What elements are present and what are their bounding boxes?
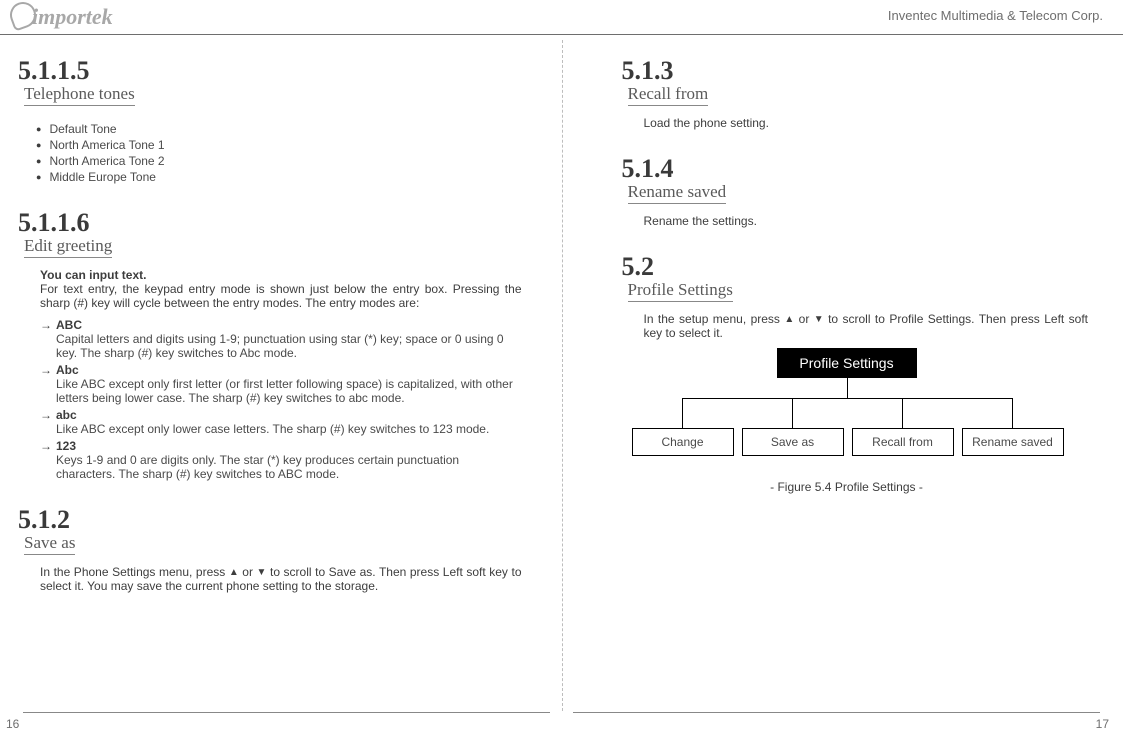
section-5-1-3: 5.1.3 Recall from Load the phone setting… [622,58,1099,130]
section-5-1-2: 5.1.2 Save as In the Phone Settings menu… [18,507,532,593]
profile-settings-diagram: Profile Settings Change Save as Recall f… [632,348,1062,478]
page-header: importek Inventec Multimedia & Telecom C… [0,0,1123,35]
arrow-icon: → [40,318,56,360]
diagram-leaf: Change [632,428,734,456]
list-item: Middle Europe Tone [36,170,532,184]
diagram-line [682,398,683,428]
page-right: 5.1.3 Recall from Load the phone setting… [562,40,1123,701]
section-5-1-4: 5.1.4 Rename saved Rename the settings. [622,156,1099,228]
section-number: 5.1.4 [622,156,1099,182]
section-title: Save as [24,533,75,555]
arrow-icon: → [40,408,56,436]
diagram-line [792,398,793,428]
save-as-paragraph: In the Phone Settings menu, press ▲ or ▼… [40,565,522,593]
section-title: Rename saved [628,182,727,204]
page-number-right: 17 [1096,717,1109,731]
list-item: North America Tone 2 [36,154,532,168]
page-number-left: 16 [6,717,19,731]
diagram-line [1012,398,1013,428]
section-body: You can input text. For text entry, the … [40,268,522,481]
section-number: 5.2 [622,254,1099,280]
section-number: 5.1.1.6 [18,210,532,236]
section-5-1-1-5: 5.1.1.5 Telephone tones Default Tone Nor… [18,58,532,184]
section-5-2: 5.2 Profile Settings In the setup menu, … [622,254,1099,494]
diagram-line [682,398,1013,399]
down-triangle-icon: ▼ [257,567,267,578]
list-item: North America Tone 1 [36,138,532,152]
section-text: Rename the settings. [644,214,1089,228]
lead-text: For text entry, the keypad entry mode is… [40,282,522,310]
section-text: Load the phone setting. [644,116,1089,130]
section-number: 5.1.3 [622,58,1099,84]
diagram-leaf: Save as [742,428,844,456]
logo-text: importek [32,4,113,29]
section-title: Profile Settings [628,280,733,302]
arrow-icon: → [40,439,56,481]
lead-bold: You can input text. [40,268,522,282]
corp-name: Inventec Multimedia & Telecom Corp. [888,8,1103,23]
footer-rule [23,712,550,713]
diagram-leaf: Rename saved [962,428,1064,456]
text: In the Phone Settings menu, press [40,565,229,579]
mode-head: Abc [56,363,79,377]
section-title: Recall from [628,84,709,106]
up-triangle-icon: ▲ [784,314,794,325]
diagram-leaf: Recall from [852,428,954,456]
list-item: → 123Keys 1-9 and 0 are digits only. The… [40,439,522,481]
footer-rule [573,712,1100,713]
section-title: Edit greeting [24,236,112,258]
diagram-line [847,378,848,398]
arrow-icon: → [40,363,56,405]
diagram-line [902,398,903,428]
text: or [794,312,814,326]
section-number: 5.1.2 [18,507,532,533]
list-item: Default Tone [36,122,532,136]
mode-desc: Like ABC except only first letter (or fi… [56,377,522,405]
mode-desc: Keys 1-9 and 0 are digits only. The star… [56,453,522,481]
mode-desc: Like ABC except only lower case letters.… [56,422,522,436]
mode-desc: Capital letters and digits using 1-9; pu… [56,332,522,360]
list-item: → ABCCapital letters and digits using 1-… [40,318,522,360]
section-title: Telephone tones [24,84,135,106]
list-item: → AbcLike ABC except only first letter (… [40,363,522,405]
mode-head: 123 [56,439,76,453]
tone-list: Default Tone North America Tone 1 North … [36,122,532,184]
up-triangle-icon: ▲ [229,567,239,578]
diagram-caption: - Figure 5.4 Profile Settings - [632,480,1062,494]
down-triangle-icon: ▼ [814,314,824,325]
text: In the setup menu, press [644,312,785,326]
mode-head: abc [56,408,77,422]
section-5-1-1-6: 5.1.1.6 Edit greeting You can input text… [18,210,532,481]
text: or [239,565,257,579]
entry-modes-list: → ABCCapital letters and digits using 1-… [40,318,522,481]
section-number: 5.1.1.5 [18,58,532,84]
mode-head: ABC [56,318,82,332]
list-item: → abcLike ABC except only lower case let… [40,408,522,436]
profile-settings-paragraph: In the setup menu, press ▲ or ▼ to scrol… [644,312,1089,340]
page-left: 5.1.1.5 Telephone tones Default Tone Nor… [0,40,562,701]
brand-logo: importek [10,2,113,30]
diagram-root: Profile Settings [777,348,917,378]
